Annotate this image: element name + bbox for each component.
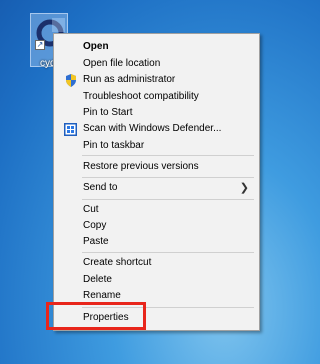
- menu-item-rename[interactable]: Rename: [54, 288, 259, 304]
- menu-item-scan-with-defender[interactable]: Scan with Windows Defender...: [54, 121, 259, 137]
- menu-separator: [82, 307, 254, 308]
- shield-icon: [66, 74, 76, 87]
- menu-item-cut[interactable]: Cut: [54, 202, 259, 218]
- menu-item-open-file-location[interactable]: Open file location: [54, 56, 259, 72]
- chevron-right-icon: ❯: [239, 182, 249, 194]
- menu-separator: [82, 252, 254, 253]
- menu-item-restore-previous-versions[interactable]: Restore previous versions: [54, 159, 259, 175]
- menu-item-pin-to-taskbar[interactable]: Pin to taskbar: [54, 138, 259, 154]
- menu-item-create-shortcut[interactable]: Create shortcut: [54, 255, 259, 271]
- menu-separator: [82, 177, 254, 178]
- menu-item-delete[interactable]: Delete: [54, 272, 259, 288]
- menu-item-open[interactable]: Open: [54, 39, 259, 55]
- menu-item-send-to[interactable]: Send to ❯: [54, 180, 259, 196]
- menu-item-run-as-administrator[interactable]: Run as administrator: [54, 72, 259, 88]
- menu-item-troubleshoot-compatibility[interactable]: Troubleshoot compatibility: [54, 89, 259, 105]
- menu-item-properties[interactable]: Properties: [54, 310, 259, 326]
- menu-separator: [82, 199, 254, 200]
- menu-separator: [82, 155, 254, 156]
- shortcut-arrow-icon: ↗: [35, 40, 45, 50]
- menu-item-paste[interactable]: Paste: [54, 234, 259, 250]
- context-menu: Open Open file location Run as administr…: [53, 33, 260, 331]
- defender-icon: [64, 123, 77, 136]
- menu-item-pin-to-start[interactable]: Pin to Start: [54, 105, 259, 121]
- menu-item-copy[interactable]: Copy: [54, 218, 259, 234]
